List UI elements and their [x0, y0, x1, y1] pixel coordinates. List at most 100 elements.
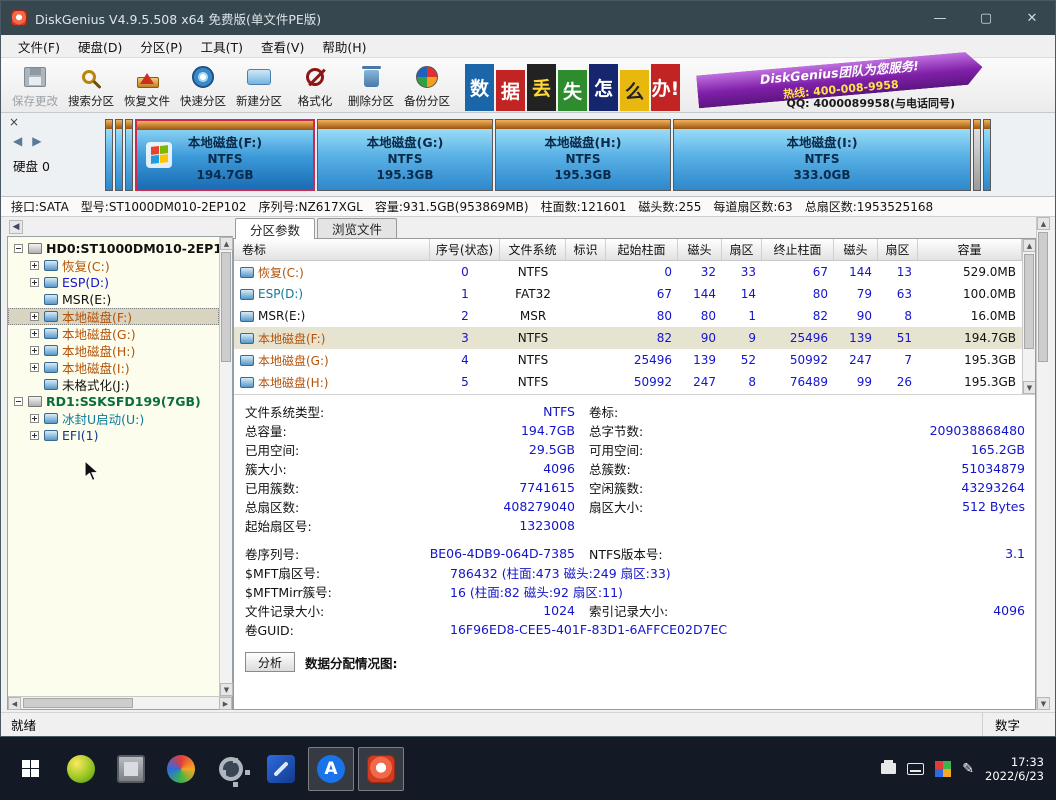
partition-block-f[interactable]: 本地磁盘(F:) NTFS 194.7GB [135, 119, 315, 191]
menu-view[interactable]: 查看(V) [252, 37, 313, 56]
menu-tools[interactable]: 工具(T) [192, 37, 252, 56]
column-header[interactable]: 终止柱面 [762, 239, 834, 260]
main-vertical-scrollbar[interactable] [1036, 217, 1049, 710]
tree-item-usb-boot-u[interactable]: 冰封U启动(U:) [8, 410, 219, 427]
partition-block-g[interactable]: 本地磁盘(G:) NTFS 195.3GB [317, 119, 493, 191]
table-row[interactable]: 恢复(C:) 0 NTFS 0 32 33 67 144 13 529.0MB [234, 261, 1022, 283]
tree-horizontal-scrollbar[interactable] [8, 696, 232, 709]
menu-file[interactable]: 文件(F) [9, 37, 69, 56]
partition-block-i[interactable]: 本地磁盘(I:) NTFS 333.0GB [673, 119, 971, 191]
partition-sliver-unformatted[interactable] [973, 119, 981, 191]
column-header[interactable]: 磁头 [834, 239, 878, 260]
tree-item-local-f[interactable]: 本地磁盘(F:) [8, 308, 219, 325]
taskbar-clock[interactable]: 17:33 2022/6/23 [985, 755, 1044, 783]
expander-icon[interactable] [30, 414, 39, 423]
table-row[interactable]: MSR(E:) 2 MSR 80 80 1 82 90 8 16.0MB [234, 305, 1022, 327]
printer-icon[interactable] [881, 763, 896, 774]
expander-icon[interactable] [30, 312, 39, 321]
maximize-button[interactable]: ▢ [963, 1, 1009, 35]
partition-sliver[interactable] [115, 119, 123, 191]
taskbar-app-tools[interactable] [258, 747, 304, 791]
close-button[interactable]: ✕ [1009, 1, 1055, 35]
tree-item-local-h[interactable]: 本地磁盘(H:) [8, 342, 219, 359]
scroll-right-icon[interactable] [219, 697, 232, 710]
partition-sliver[interactable] [125, 119, 133, 191]
tab-browse-files[interactable]: 浏览文件 [317, 218, 397, 238]
taskbar-app-hardware[interactable] [108, 747, 154, 791]
tree-item-unformatted-j[interactable]: 未格式化(J:) [8, 376, 219, 393]
ime-language-icon[interactable] [935, 761, 951, 777]
tree-item-recovery-c[interactable]: 恢复(C:) [8, 257, 219, 274]
table-row-selected[interactable]: 本地磁盘(F:) 3 NTFS 82 90 9 25496 139 51 19 [234, 327, 1022, 349]
column-header[interactable]: 容量 [918, 239, 1022, 260]
partition-strip: 本地磁盘(F:) NTFS 194.7GB 本地磁盘(G:) NTFS 195.… [105, 119, 1043, 191]
table-vertical-scrollbar[interactable] [1022, 239, 1035, 394]
tree-item-esp-d[interactable]: ESP(D:) [8, 274, 219, 291]
scroll-down-icon[interactable] [1023, 381, 1036, 394]
scroll-down-icon[interactable] [220, 683, 233, 696]
collapse-panel-icon[interactable]: ◀ [9, 220, 23, 234]
pen-icon[interactable] [962, 761, 974, 777]
column-header[interactable]: 文件系统 [500, 239, 566, 260]
tree-item-hd0[interactable]: HD0:ST1000DM010-2EP102 (93 [8, 240, 219, 257]
table-row[interactable]: 本地磁盘(G:) 4 NTFS 25496 139 52 50992 247 7 [234, 349, 1022, 371]
overview-close-icon[interactable]: × [9, 115, 19, 129]
info-total-sectors: 总扇区数:1953525168 [805, 198, 933, 215]
table-header-row: 卷标 序号(状态) 文件系统 标识 起始柱面 磁头 扇区 终止柱面 磁头 扇区 [234, 239, 1022, 261]
scroll-up-icon[interactable] [1023, 239, 1036, 252]
tree-item-efi-1[interactable]: EFI(1) [8, 427, 219, 444]
column-header[interactable]: 磁头 [678, 239, 722, 260]
delete-partition-button[interactable]: 删除分区 [343, 60, 399, 111]
expander-icon[interactable] [30, 431, 39, 440]
table-row[interactable]: ESP(D:) 1 FAT32 67 144 14 80 79 63 100. [234, 283, 1022, 305]
expander-icon[interactable] [14, 397, 23, 406]
minimize-button[interactable]: — [917, 1, 963, 35]
next-disk-icon[interactable]: ▶ [32, 134, 41, 148]
column-header[interactable]: 起始柱面 [606, 239, 678, 260]
tree-item-msr-e[interactable]: MSR(E:) [8, 291, 219, 308]
taskbar-app-diskgenius[interactable] [358, 747, 404, 791]
quick-partition-button[interactable]: 快速分区 [175, 60, 231, 111]
scroll-left-icon[interactable] [8, 697, 21, 710]
start-button[interactable] [4, 745, 56, 793]
prev-disk-icon[interactable]: ◀ [13, 134, 22, 148]
expander-icon[interactable] [30, 329, 39, 338]
menu-disk[interactable]: 硬盘(D) [69, 37, 131, 56]
keyboard-icon[interactable] [907, 763, 924, 775]
expander-icon[interactable] [30, 261, 39, 270]
tree-item-local-g[interactable]: 本地磁盘(G:) [8, 325, 219, 342]
taskbar-app-utility[interactable] [158, 747, 204, 791]
menu-help[interactable]: 帮助(H) [313, 37, 375, 56]
table-row[interactable]: 本地磁盘(H:) 5 NTFS 50992 247 8 76489 99 26 [234, 371, 1022, 393]
tree-item-local-i[interactable]: 本地磁盘(I:) [8, 359, 219, 376]
taskbar-app-settings[interactable] [208, 747, 254, 791]
expander-icon[interactable] [30, 346, 39, 355]
column-header[interactable]: 卷标 [234, 239, 430, 260]
backup-partition-button[interactable]: 备份分区 [399, 60, 455, 111]
partition-sliver[interactable] [105, 119, 113, 191]
new-partition-button[interactable]: 新建分区 [231, 60, 287, 111]
scroll-up-icon[interactable] [220, 237, 233, 250]
partition-sliver[interactable] [983, 119, 991, 191]
column-header[interactable]: 扇区 [878, 239, 918, 260]
analyze-button[interactable]: 分析 [245, 652, 295, 672]
expander-icon[interactable] [14, 244, 23, 253]
search-partition-button[interactable]: 搜索分区 [63, 60, 119, 111]
expander-icon[interactable] [30, 278, 39, 287]
taskbar-app-a[interactable] [308, 747, 354, 791]
tab-partition-params[interactable]: 分区参数 [235, 218, 315, 239]
column-header[interactable]: 序号(状态) [430, 239, 500, 260]
tree-item-rd1[interactable]: RD1:SSKSFD199(7GB) [8, 393, 219, 410]
recover-files-button[interactable]: 恢复文件 [119, 60, 175, 111]
scroll-up-icon[interactable] [1037, 217, 1050, 230]
menu-partition[interactable]: 分区(P) [131, 37, 191, 56]
expander-icon[interactable] [30, 363, 39, 372]
column-header[interactable]: 扇区 [722, 239, 762, 260]
format-button[interactable]: 格式化 [287, 60, 343, 111]
partition-block-h[interactable]: 本地磁盘(H:) NTFS 195.3GB [495, 119, 671, 191]
column-header[interactable]: 标识 [566, 239, 606, 260]
scroll-down-icon[interactable] [1037, 697, 1050, 710]
taskbar-app-pe-tool[interactable] [58, 747, 104, 791]
save-changes-button[interactable]: 保存更改 [7, 60, 63, 111]
tree-vertical-scrollbar[interactable] [219, 237, 232, 696]
